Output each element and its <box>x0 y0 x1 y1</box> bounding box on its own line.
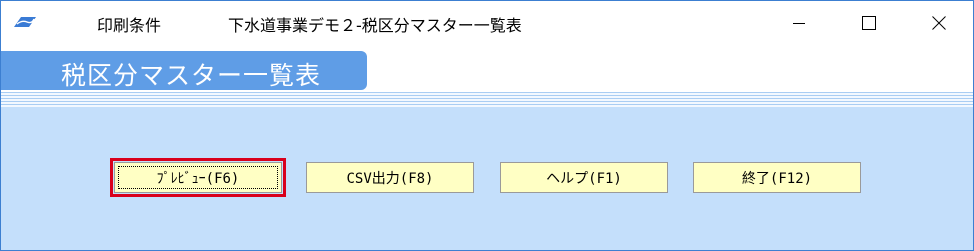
close-icon <box>932 16 946 30</box>
header-title-tab: 税区分マスター一覧表 <box>1 51 367 90</box>
minimize-icon <box>793 23 805 24</box>
title-bar[interactable]: 印刷条件 下水道事業デモ２-税区分マスター一覧表 <box>1 1 973 45</box>
header-divider-lines <box>1 92 973 108</box>
main-content: ﾌﾟﾚﾋﾞｭｰ(F6) CSV出力(F8) ヘルプ(F1) 終了(F12) <box>1 107 973 250</box>
csv-export-button[interactable]: CSV出力(F8) <box>306 162 474 193</box>
help-button[interactable]: ヘルプ(F1) <box>500 162 668 193</box>
maximize-button[interactable] <box>846 1 892 45</box>
page-title: 税区分マスター一覧表 <box>61 61 322 90</box>
app-window: 印刷条件 下水道事業デモ２-税区分マスター一覧表 税区分マスター一覧表 ﾌﾟﾚﾋ… <box>0 0 974 251</box>
minimize-button[interactable] <box>776 1 822 45</box>
exit-button-label: 終了(F12) <box>741 170 813 187</box>
maximize-icon <box>862 16 876 30</box>
header-band: 税区分マスター一覧表 <box>1 45 973 95</box>
csv-export-button-label: CSV出力(F8) <box>346 170 434 187</box>
close-button[interactable] <box>916 1 962 45</box>
focus-indicator <box>118 166 278 189</box>
app-logo-icon <box>14 17 36 27</box>
preview-button[interactable]: ﾌﾟﾚﾋﾞｭｰ(F6) <box>110 158 286 197</box>
help-button-label: ヘルプ(F1) <box>546 170 622 187</box>
print-conditions-label: 印刷条件 <box>97 16 162 35</box>
window-title: 下水道事業デモ２-税区分マスター一覧表 <box>228 16 522 35</box>
exit-button[interactable]: 終了(F12) <box>693 162 861 193</box>
